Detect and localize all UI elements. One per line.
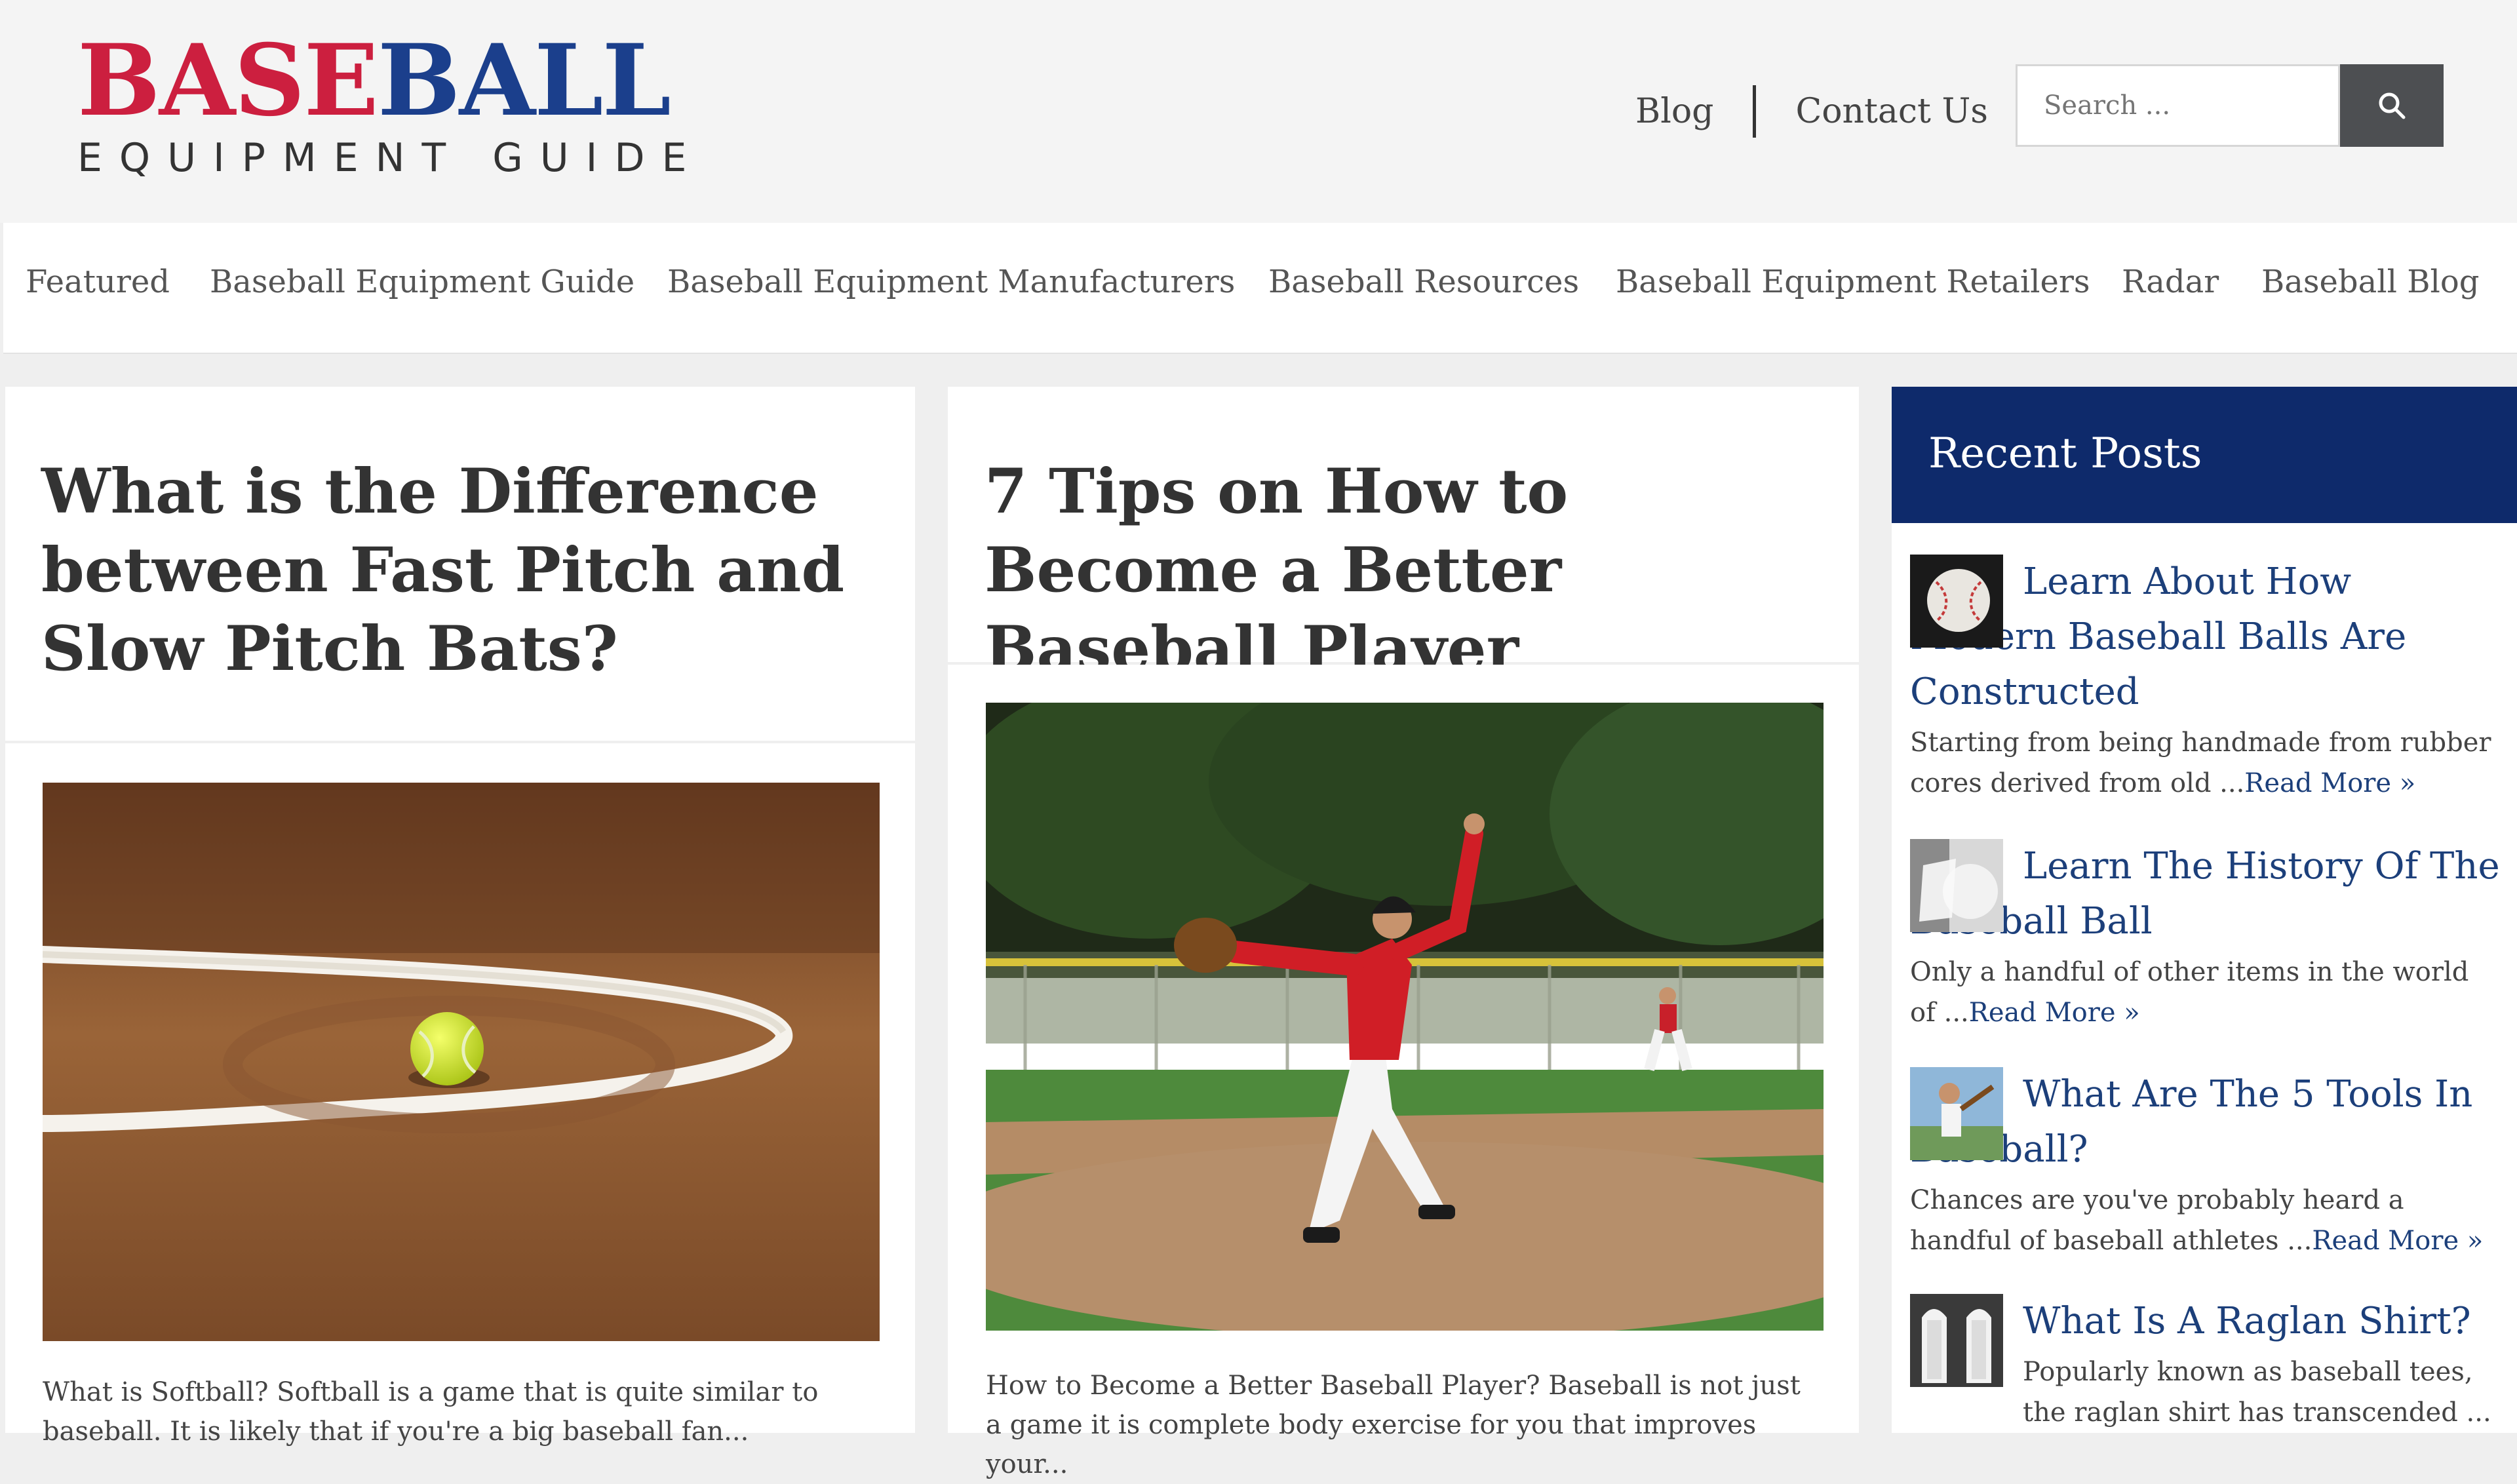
recent-posts-sidebar: Recent Posts Learn About How Modern Base…	[1892, 387, 2517, 1433]
article-title[interactable]: 7 Tips on How to Become a Better Basebal…	[985, 452, 1825, 688]
logo-word-base: BASE	[77, 23, 379, 138]
nav-item-equipment-guide[interactable]: Baseball Equipment Guide	[210, 262, 634, 302]
logo-word-ball: BALL	[377, 23, 671, 138]
recent-post-item: What Is A Raglan Shirt? Popularly known …	[1910, 1294, 2500, 1433]
post-thumbnail-raglan[interactable]	[1910, 1294, 2003, 1387]
article-card-1-body: What is Softball? Softball is a game tha…	[5, 743, 915, 1447]
pitcher-on-mound-image[interactable]	[986, 703, 1824, 1331]
nav-item-manufacturers[interactable]: Baseball Equipment Manufacturers	[667, 262, 1235, 302]
vintage-ball-icon	[1910, 839, 2003, 932]
logo-wordmark: BASEBALL	[77, 31, 703, 130]
search-input[interactable]	[2016, 64, 2340, 147]
article-excerpt: What is Softball? Softball is a game tha…	[43, 1377, 819, 1447]
post-thumbnail-five-tools[interactable]	[1910, 1067, 2003, 1160]
recent-post-excerpt-text: Popularly known as baseball tees, the ra…	[2023, 1357, 2491, 1428]
sidebar-title: Recent Posts	[1928, 429, 2202, 478]
logo-subtitle: EQUIPMENT GUIDE	[77, 135, 704, 181]
main-nav: Featured Baseball Equipment Guide Baseba…	[3, 223, 2517, 354]
nav-item-radar[interactable]: Radar	[2122, 262, 2219, 302]
softball-illustration	[43, 783, 880, 1341]
recent-post-item: What Are The 5 Tools In Baseball? Chance…	[1910, 1067, 2500, 1261]
recent-post-item: Learn The History Of The Baseball Ball O…	[1910, 839, 2500, 1033]
magnifier-icon	[2379, 92, 2406, 119]
raglan-shirt-icon	[1910, 1294, 2003, 1387]
contact-us-link[interactable]: Contact Us	[1795, 92, 1988, 131]
read-more-link[interactable]: Read More »	[2244, 768, 2415, 798]
recent-post-excerpt: Only a handful of other items in the wor…	[1910, 952, 2500, 1033]
batter-icon	[1910, 1067, 2003, 1160]
blog-link[interactable]: Blog	[1635, 92, 1713, 131]
recent-post-excerpt: Starting from being handmade from rubber…	[1910, 722, 2500, 804]
pitcher-illustration	[986, 703, 1824, 1331]
article-excerpt: How to Become a Better Baseball Player? …	[986, 1371, 1801, 1479]
read-more-link[interactable]: Read More »	[2312, 1226, 2483, 1256]
top-links: Blog Contact Us	[1635, 85, 1988, 138]
sidebar-header: Recent Posts	[1892, 387, 2517, 523]
post-thumbnail-baseball[interactable]	[1910, 555, 2003, 648]
nav-item-baseball-blog[interactable]: Baseball Blog	[2261, 262, 2479, 302]
nav-item-resources[interactable]: Baseball Resources	[1268, 262, 1579, 302]
search-button[interactable]	[2340, 64, 2444, 147]
article-card-1: What is the Difference between Fast Pitc…	[5, 387, 915, 741]
recent-post-excerpt: Chances are you've probably heard a hand…	[1910, 1180, 2500, 1261]
article-card-2-body: How to Become a Better Baseball Player? …	[948, 665, 1859, 1479]
nav-item-retailers[interactable]: Baseball Equipment Retailers	[1616, 262, 2090, 302]
article-title[interactable]: What is the Difference between Fast Pitc…	[41, 452, 881, 688]
recent-post-excerpt: Popularly known as baseball tees, the ra…	[2023, 1352, 2500, 1433]
baseball-icon	[1910, 555, 2003, 648]
site-header: BASEBALL EQUIPMENT GUIDE Blog Contact Us	[0, 0, 2517, 223]
article-card-2: 7 Tips on How to Become a Better Basebal…	[948, 387, 1859, 685]
post-thumbnail-history[interactable]	[1910, 839, 2003, 932]
top-links-divider	[1753, 85, 1757, 138]
read-more-link[interactable]: Read More »	[1969, 998, 2140, 1028]
site-logo[interactable]: BASEBALL EQUIPMENT GUIDE	[77, 31, 703, 181]
softball-on-field-image[interactable]	[43, 783, 880, 1341]
nav-item-featured[interactable]: Featured	[26, 262, 170, 302]
recent-post-item: Learn About How Modern Baseball Balls Ar…	[1910, 555, 2500, 804]
